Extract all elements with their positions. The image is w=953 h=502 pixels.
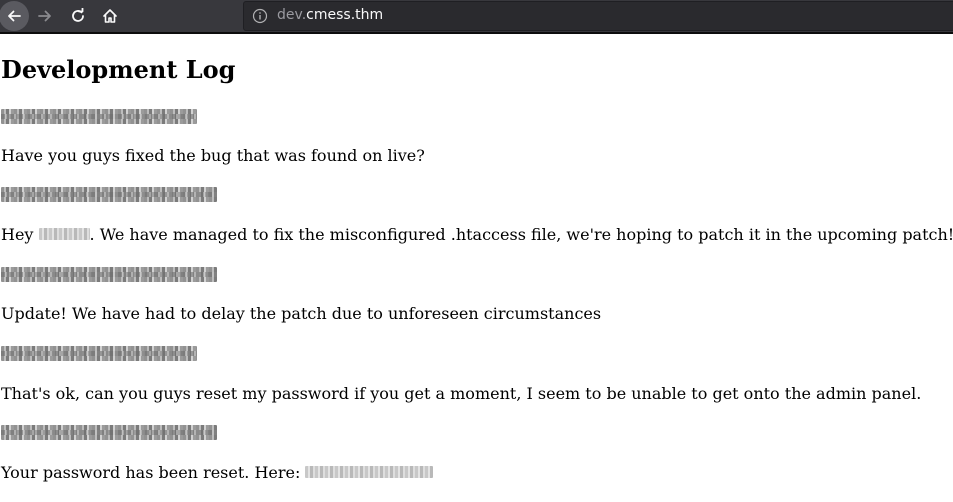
reload-icon [72,8,84,22]
arrow-left-icon [8,10,21,22]
message-text-part: That's ok, can you guys reset my passwor… [1,384,922,403]
url-text: dev.cmess.thm [277,7,383,23]
redacted-sender-email [1,267,217,282]
url-domain: cmess.thm [306,7,384,23]
info-icon[interactable] [252,8,268,24]
forward-button[interactable] [30,1,60,31]
redacted-sender-email [1,425,217,440]
url-subdomain: dev. [277,7,307,23]
reload-button[interactable] [63,1,93,31]
arrow-right-icon [38,10,51,22]
home-button[interactable] [95,1,125,31]
message-text: Have you guys fixed the bug that was fou… [1,146,425,165]
redacted-password [305,466,434,478]
message-text: Update! We have had to delay the patch d… [1,304,601,323]
message-text-part: Have you guys fixed the bug that was fou… [1,146,425,165]
home-icon [103,9,117,23]
url-bar[interactable]: dev.cmess.thm [243,1,953,31]
redacted-name [38,228,90,240]
message-text: Hey . We have managed to fix the misconf… [1,225,953,244]
redacted-sender-email [1,346,197,361]
message-text-part: Update! We have had to delay the patch d… [1,304,602,323]
back-button[interactable] [0,1,29,31]
message-text: Your password has been reset. Here: [1,463,434,482]
message-text: That's ok, can you guys reset my passwor… [1,384,921,403]
redacted-sender-email [1,109,197,124]
message-text-part: Hey [1,225,39,244]
message-text-part: Your password has been reset. Here: [1,463,306,482]
message-text-part: . We have managed to fix the misconfigur… [89,225,953,244]
browser-toolbar: dev.cmess.thm [0,0,953,34]
redacted-sender-email [1,187,217,202]
page-title: Development Log [1,55,236,84]
